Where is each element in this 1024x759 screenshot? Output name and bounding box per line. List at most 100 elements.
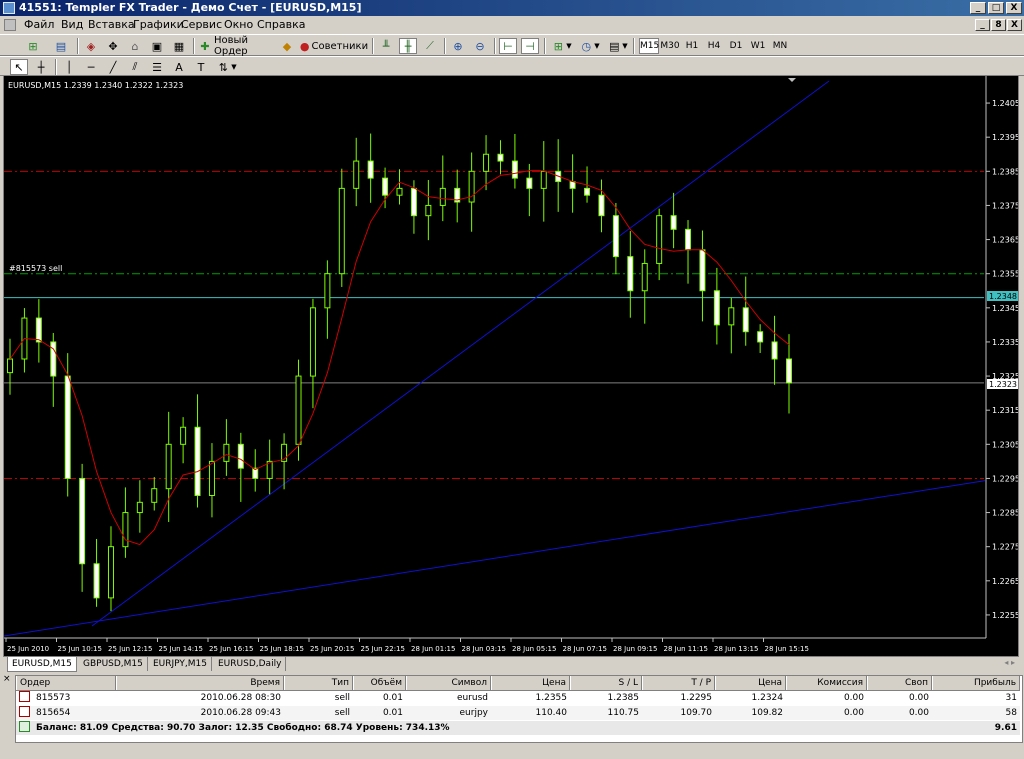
candlestick-button[interactable]: ╫ bbox=[399, 38, 417, 54]
data-window-button[interactable]: ✥ bbox=[104, 38, 122, 54]
y-tick-label: 1.2365 bbox=[992, 236, 1018, 245]
chart-shift-button[interactable]: ⊣ bbox=[521, 38, 539, 54]
timeframe-h1[interactable]: H1 bbox=[682, 38, 702, 54]
close-terminal-icon[interactable]: × bbox=[3, 674, 11, 684]
minimize-button[interactable]: _ bbox=[970, 2, 986, 14]
mdi-close-button[interactable]: X bbox=[1007, 19, 1022, 31]
col-profit[interactable]: Прибыль bbox=[932, 676, 1020, 690]
menu-view[interactable]: Вид bbox=[61, 16, 83, 34]
chart-tabs: EURUSD,M15 GBPUSD,M15 EURJPY,M15 EURUSD,… bbox=[3, 657, 1019, 672]
cursor-icon: ↖ bbox=[14, 60, 24, 74]
col-sl[interactable]: S / L bbox=[570, 676, 642, 690]
metaeditor-button[interactable]: ◆ bbox=[279, 38, 295, 54]
candle-body bbox=[497, 153, 504, 162]
text-tool[interactable]: A bbox=[170, 59, 188, 75]
expert-advisors-button[interactable]: ● Советники bbox=[300, 38, 368, 54]
col-tp[interactable]: T / P bbox=[642, 676, 715, 690]
x-tick-label: 28 Jun 01:15 bbox=[411, 645, 455, 653]
col-symbol[interactable]: Символ bbox=[406, 676, 491, 690]
cursor-tool[interactable]: ↖ bbox=[10, 59, 28, 75]
tab-eurjpy-m15[interactable]: EURJPY,M15 bbox=[149, 657, 212, 671]
templates-button[interactable]: ▤ ▼ bbox=[605, 38, 629, 54]
timeframe-h4[interactable]: H4 bbox=[704, 38, 724, 54]
mdi-restore-button[interactable]: 8 bbox=[991, 19, 1006, 31]
col-type[interactable]: Тип bbox=[284, 676, 353, 690]
candle-body bbox=[64, 375, 71, 479]
new-order-button[interactable]: ✚ Новый Ордер bbox=[198, 35, 276, 57]
tester-button[interactable]: ▦ bbox=[170, 38, 188, 54]
symbol-cell: eurjpy bbox=[459, 708, 488, 718]
vertical-line-icon: │ bbox=[65, 60, 73, 74]
zoom-out-button[interactable]: ⊖ bbox=[471, 38, 489, 54]
fibonacci-tool[interactable]: ☰ bbox=[148, 59, 166, 75]
menu-file[interactable]: Файл bbox=[24, 16, 54, 34]
tab-gbpusd-m15[interactable]: GBPUSD,M15 bbox=[79, 657, 148, 671]
horizontal-line-icon: ─ bbox=[87, 60, 95, 74]
horizontal-line-tool[interactable]: ─ bbox=[82, 59, 100, 75]
profiles-button[interactable]: ▤ bbox=[50, 38, 72, 54]
col-volume[interactable]: Объём bbox=[353, 676, 406, 690]
terminal-button[interactable]: ▣ bbox=[148, 38, 166, 54]
col-time[interactable]: Время bbox=[116, 676, 284, 690]
col-current-price[interactable]: Цена bbox=[715, 676, 786, 690]
x-tick-label: 25 Jun 16:15 bbox=[209, 645, 253, 653]
close-button[interactable]: X bbox=[1006, 2, 1022, 14]
tab-eurusd-m15[interactable]: EURUSD,M15 bbox=[7, 657, 77, 672]
candle-body bbox=[180, 426, 187, 445]
tab-eurusd-daily[interactable]: EURUSD,Daily bbox=[214, 657, 287, 671]
candle-body bbox=[627, 256, 634, 292]
y-tick-label: 1.2285 bbox=[992, 509, 1018, 518]
y-tick-label: 1.2315 bbox=[992, 406, 1018, 415]
bar-chart-button[interactable]: ╨ bbox=[377, 38, 395, 54]
menu-window[interactable]: Окно bbox=[224, 16, 253, 34]
timeframe-w1[interactable]: W1 bbox=[748, 38, 768, 54]
menu-tools[interactable]: Сервис bbox=[181, 16, 222, 34]
chart-shift-icon: ⊣ bbox=[525, 39, 535, 53]
table-row[interactable]: 815654 2010.06.28 09:43 sell 0.01 eurjpy… bbox=[16, 706, 1020, 720]
crosshair-tool[interactable]: ┼ bbox=[32, 59, 50, 75]
toolbar-separator bbox=[193, 38, 195, 54]
candle-body bbox=[786, 358, 792, 384]
price-chart[interactable]: 1.2405 1.2395 1.2385 1.2375 1.2365 1.2355 1.23… bbox=[4, 76, 1018, 656]
col-price[interactable]: Цена bbox=[491, 676, 570, 690]
candle-body bbox=[598, 194, 605, 217]
autoscroll-button[interactable]: ⊢ bbox=[499, 38, 517, 54]
col-swap[interactable]: Своп bbox=[867, 676, 932, 690]
timeframe-m30[interactable]: M30 bbox=[660, 38, 680, 54]
timeframe-m15[interactable]: M15 bbox=[639, 38, 659, 54]
candle-body bbox=[410, 187, 417, 217]
tp-cell: 1.2295 bbox=[680, 693, 713, 703]
mdi-minimize-button[interactable]: _ bbox=[975, 19, 990, 31]
arrows-tool[interactable]: ⇅ ▼ bbox=[214, 59, 238, 75]
maximize-button[interactable]: □ bbox=[988, 2, 1004, 14]
channel-tool[interactable]: ⫽ bbox=[126, 59, 144, 75]
y-tick-label: 1.2255 bbox=[992, 611, 1018, 620]
time-cell: 2010.06.28 08:30 bbox=[200, 693, 281, 703]
candle-body bbox=[295, 375, 302, 445]
tabs-scroll-arrows[interactable]: ◂ ▸ bbox=[1004, 658, 1015, 667]
timeframe-d1[interactable]: D1 bbox=[726, 38, 746, 54]
order-cell: 815654 bbox=[16, 706, 116, 720]
text-label-tool[interactable]: T bbox=[192, 59, 210, 75]
navigator-button[interactable]: ⌂ bbox=[126, 38, 144, 54]
candle-body bbox=[396, 187, 403, 196]
x-tick-label: 28 Jun 13:15 bbox=[714, 645, 758, 653]
col-commission[interactable]: Комиссия bbox=[786, 676, 867, 690]
trendline-tool[interactable]: ╱ bbox=[104, 59, 122, 75]
menu-charts[interactable]: Графики bbox=[133, 16, 184, 34]
menu-insert[interactable]: Вставка bbox=[88, 16, 135, 34]
new-chart-button[interactable]: ⊞ bbox=[22, 38, 44, 54]
line-chart-button[interactable]: ⟋ bbox=[421, 38, 439, 54]
indicators-button[interactable]: ⊞ ▼ bbox=[549, 38, 573, 54]
tp-cell: 109.70 bbox=[680, 708, 713, 718]
menu-help[interactable]: Справка bbox=[257, 16, 305, 34]
timeframe-mn[interactable]: MN bbox=[770, 38, 790, 54]
candle-body bbox=[208, 460, 215, 496]
periods-button[interactable]: ◷ ▼ bbox=[577, 38, 601, 54]
zoom-in-button[interactable]: ⊕ bbox=[449, 38, 467, 54]
table-row[interactable]: 815573 2010.06.28 08:30 sell 0.01 eurusd… bbox=[16, 691, 1020, 705]
vertical-line-tool[interactable]: │ bbox=[60, 59, 78, 75]
candle-body bbox=[367, 160, 374, 179]
market-watch-button[interactable]: ◈ bbox=[82, 38, 100, 54]
col-order[interactable]: Ордер bbox=[16, 676, 116, 690]
